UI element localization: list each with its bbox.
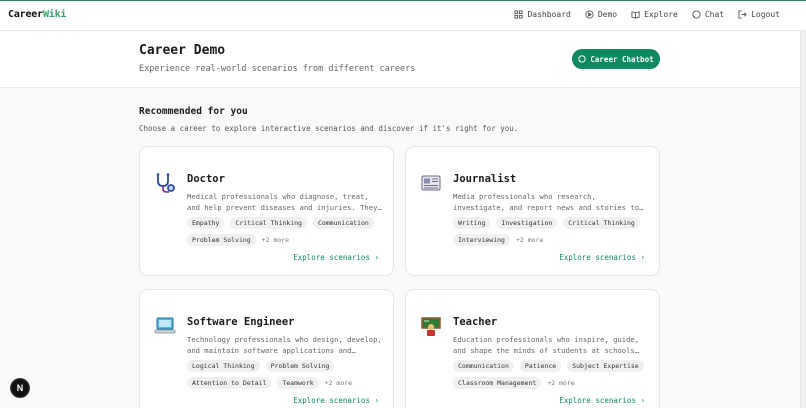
skill-tag: Problem Solving xyxy=(265,360,335,372)
book-icon xyxy=(631,11,640,19)
logout-icon xyxy=(738,10,747,19)
nav-item-logout[interactable]: Logout xyxy=(738,10,780,19)
card-description: Education professionals who inspire, gui… xyxy=(453,335,640,355)
skill-tag: Logical Thinking xyxy=(187,360,260,372)
skill-tags: Communication Patience Subject Expertise… xyxy=(453,360,658,389)
skill-tags: Writing Investigation Critical Thinking … xyxy=(453,217,658,246)
logo[interactable]: CareerWiki xyxy=(8,9,66,20)
career-card-software-engineer[interactable]: Software Engineer Technology professiona… xyxy=(139,289,394,408)
skill-tag: Empathy xyxy=(187,217,225,229)
skill-tag: Communication xyxy=(453,360,514,372)
more-tags-count: +2 more xyxy=(547,379,575,387)
more-tags-count: +2 more xyxy=(324,379,353,387)
n-logo-icon: N xyxy=(17,383,24,393)
career-card-journalist[interactable]: Journalist Media professionals who resea… xyxy=(405,146,660,276)
chevron-right-icon: › xyxy=(374,396,379,405)
skill-tag: Communication xyxy=(312,217,374,229)
explore-scenarios-link[interactable]: Explore scenarios › xyxy=(293,396,379,405)
card-title: Doctor xyxy=(187,173,225,185)
explore-label: Explore scenarios xyxy=(293,396,370,405)
page-title: Career Demo xyxy=(139,43,226,58)
career-card-teacher[interactable]: Teacher Education professionals who insp… xyxy=(405,289,660,408)
skill-tag: Writing xyxy=(453,217,491,229)
logo-part2: Wiki xyxy=(42,9,67,20)
logo-part1: Career xyxy=(8,9,43,20)
skill-tags: Logical Thinking Problem Solving Attenti… xyxy=(187,360,392,389)
explore-label: Explore scenarios xyxy=(559,396,636,405)
nav-label: Chat xyxy=(704,10,725,19)
page-header: Career Demo Experience real-world scenar… xyxy=(0,31,800,88)
skill-tag: Subject Expertise xyxy=(567,360,644,372)
explore-scenarios-link[interactable]: Explore scenarios › xyxy=(559,253,645,262)
skill-tag: Teamwork xyxy=(277,377,319,389)
section-title: Recommended for you xyxy=(139,106,248,117)
play-circle-icon xyxy=(585,10,594,19)
teacher-icon xyxy=(421,317,441,336)
career-card-doctor[interactable]: Doctor Medical professionals who diagnos… xyxy=(139,146,394,276)
chat-bubble-icon xyxy=(578,55,587,63)
skill-tag: Patience xyxy=(519,360,562,372)
computer-icon xyxy=(154,317,176,334)
card-description: Media professionals who research, invest… xyxy=(453,192,640,212)
nav-item-chat[interactable]: Chat xyxy=(692,10,724,19)
more-tags-count: +2 more xyxy=(261,236,290,244)
card-description: Technology professionals who design, dev… xyxy=(187,335,382,355)
card-title: Software Engineer xyxy=(187,316,295,328)
explore-label: Explore scenarios xyxy=(293,253,370,262)
nav-label: Dashboard xyxy=(527,10,571,19)
more-tags-count: +2 more xyxy=(515,236,544,244)
fab-label: N xyxy=(17,383,24,393)
nav-menu: Dashboard Demo Explore Chat Logout xyxy=(514,10,780,19)
nav-item-explore[interactable]: Explore xyxy=(631,10,678,19)
skill-tag: Critical Thinking xyxy=(230,217,307,229)
stethoscope-icon xyxy=(156,173,175,193)
nav-label: Explore xyxy=(644,10,678,19)
skill-tag: Problem Solving xyxy=(187,234,256,246)
newspaper-icon xyxy=(421,175,441,191)
skill-tag: Investigation xyxy=(496,217,558,229)
skill-tag: Critical Thinking xyxy=(563,217,640,229)
page-subtitle: Experience real-world scenarios from dif… xyxy=(139,64,416,74)
skill-tag: Classroom Management xyxy=(453,377,542,389)
chevron-right-icon: › xyxy=(640,396,645,405)
card-title: Teacher xyxy=(453,316,498,328)
explore-scenarios-link[interactable]: Explore scenarios › xyxy=(559,396,645,405)
career-chatbot-button[interactable]: Career Chatbot xyxy=(572,49,660,69)
chevron-right-icon: › xyxy=(374,253,379,262)
skill-tag: Interviewing xyxy=(453,234,510,246)
card-title: Journalist xyxy=(453,173,517,185)
scrollbar[interactable] xyxy=(800,31,806,408)
nav-label: Logout xyxy=(751,10,780,19)
floating-n-button[interactable]: N xyxy=(10,378,30,398)
grid-icon xyxy=(514,10,524,19)
nav-label: Demo xyxy=(597,10,618,19)
card-description: Medical professionals who diagnose, trea… xyxy=(187,192,378,212)
chat-button-label: Career Chatbot xyxy=(590,54,654,64)
explore-scenarios-link[interactable]: Explore scenarios › xyxy=(293,253,379,262)
chevron-right-icon: › xyxy=(640,253,645,262)
chat-bubble-icon xyxy=(692,10,701,19)
skill-tag: Attention to Detail xyxy=(187,377,272,389)
skill-tags: Empathy Critical Thinking Communication … xyxy=(187,217,392,246)
navbar: CareerWiki Dashboard Demo Explore Chat L… xyxy=(0,1,806,31)
nav-item-demo[interactable]: Demo xyxy=(585,10,617,19)
section-subtitle: Choose a career to explore interactive s… xyxy=(139,124,519,133)
explore-label: Explore scenarios xyxy=(559,253,636,262)
nav-item-dashboard[interactable]: Dashboard xyxy=(514,10,571,19)
